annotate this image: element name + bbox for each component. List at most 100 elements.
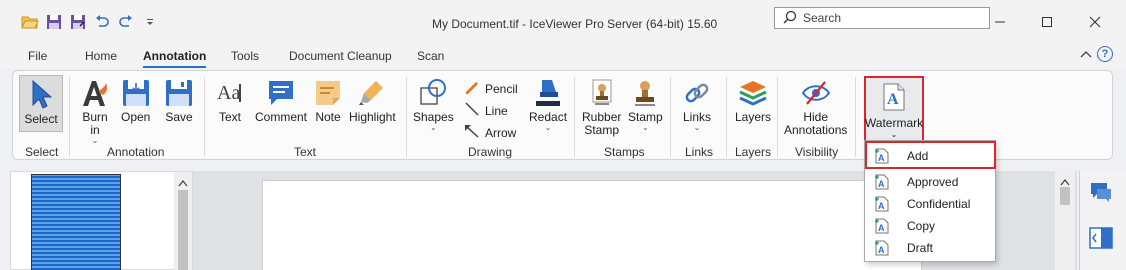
minimize-icon — [994, 16, 1006, 31]
tab-annotation[interactable]: Annotation — [143, 49, 207, 68]
thumbnail-scrollbar[interactable] — [174, 172, 192, 270]
arrow-icon — [464, 124, 480, 141]
pencil-label: Pencil — [485, 81, 518, 96]
comment-icon — [267, 75, 295, 111]
link-chain-icon — [683, 75, 711, 111]
chevron-down-icon: ⌄ — [641, 123, 649, 132]
tab-home[interactable]: Home — [85, 49, 117, 63]
save-annotations-icon — [165, 75, 193, 111]
redact-button[interactable]: Redact ⌄ — [529, 75, 567, 132]
shapes-icon — [418, 75, 448, 111]
text-label: Text — [218, 110, 241, 124]
svg-text:A: A — [878, 153, 885, 163]
watermark-item-icon: A — [875, 174, 889, 193]
help-icon[interactable]: ? — [1097, 46, 1113, 62]
open-annotations-button[interactable]: Open — [121, 75, 150, 124]
svg-text:Aa: Aa — [217, 82, 240, 104]
open-folder-icon[interactable] — [20, 12, 40, 32]
separator — [670, 77, 671, 157]
right-side-toolbar — [1079, 171, 1126, 270]
watermark-menu-item-approved[interactable]: A Approved — [866, 171, 994, 193]
layers-label: Layers — [735, 110, 772, 124]
separator — [726, 77, 727, 157]
stamp-button[interactable]: Stamp ⌄ — [628, 75, 663, 132]
tab-file[interactable]: File — [28, 49, 47, 63]
chevron-down-icon: ⌄ — [430, 123, 437, 132]
comment-button[interactable]: Comment — [255, 75, 307, 124]
quick-access-toolbar — [20, 12, 160, 32]
scrollbar-thumb[interactable] — [178, 190, 188, 270]
watermark-menu-item-label: Confidential — [907, 197, 971, 211]
line-button[interactable]: Line — [464, 102, 508, 119]
comments-panel-icon[interactable] — [1089, 181, 1113, 206]
chevron-down-icon: ⌄ — [890, 130, 898, 139]
search-icon — [783, 10, 797, 27]
text-button[interactable]: Aa Text — [217, 75, 243, 124]
separator — [69, 77, 70, 157]
chevron-down-icon: ⌄ — [693, 123, 701, 132]
group-label-links: Links — [685, 145, 714, 159]
hide-annotations-button[interactable]: Hide Annotations — [784, 75, 847, 137]
burn-in-button[interactable]: Burn in ⌄ — [81, 75, 109, 145]
close-button[interactable] — [1072, 10, 1118, 36]
select-button[interactable]: Select — [19, 75, 63, 132]
arrow-button[interactable]: Arrow — [464, 124, 516, 141]
group-label-layers: Layers — [735, 145, 772, 159]
save-icon[interactable] — [44, 12, 64, 32]
redo-icon[interactable] — [116, 12, 136, 32]
maximize-button[interactable] — [1024, 10, 1070, 36]
scrollbar-thumb[interactable] — [1060, 187, 1070, 205]
save-annotations-button[interactable]: Save — [165, 75, 193, 124]
separator — [406, 77, 407, 157]
svg-text:A: A — [878, 223, 885, 233]
search-input[interactable] — [803, 11, 973, 25]
search-box[interactable] — [774, 7, 990, 29]
save-label: Save — [165, 110, 193, 124]
watermark-menu-item-add[interactable]: A Add — [865, 141, 996, 169]
layers-button[interactable]: Layers — [735, 75, 771, 124]
highlight-button[interactable]: Highlight — [349, 75, 396, 124]
page-thumbnail[interactable] — [31, 174, 121, 270]
burn-in-icon — [81, 75, 109, 111]
open-annotations-icon — [122, 75, 150, 111]
watermark-menu-item-confidential[interactable]: A Confidential — [866, 193, 994, 215]
watermark-button[interactable]: A Watermark ⌄ — [864, 76, 924, 143]
save-as-icon[interactable] — [68, 12, 88, 32]
collapse-ribbon-icon[interactable] — [1080, 48, 1092, 62]
shapes-button[interactable]: Shapes ⌄ — [413, 75, 454, 132]
watermark-item-icon: A — [875, 218, 889, 237]
watermark-add-icon: A — [875, 148, 889, 167]
svg-text:A: A — [878, 201, 885, 211]
watermark-item-icon: A — [875, 196, 889, 215]
group-label-select: Select — [25, 145, 59, 159]
document-scrollbar[interactable] — [1055, 171, 1075, 270]
chevron-down-icon: ⌄ — [544, 123, 552, 132]
split-view-icon[interactable] — [1089, 227, 1113, 252]
links-button[interactable]: Links ⌄ — [683, 75, 711, 132]
tab-scan[interactable]: Scan — [417, 49, 444, 63]
pencil-button[interactable]: Pencil — [464, 80, 518, 97]
watermark-item-icon: A — [875, 240, 889, 259]
line-label: Line — [485, 103, 508, 118]
watermark-menu-item-label: Draft — [907, 241, 934, 255]
select-cursor-icon — [30, 76, 52, 112]
rubber-stamp-button[interactable]: Rubber Stamp — [582, 75, 621, 137]
note-button[interactable]: Note — [314, 75, 342, 124]
highlight-label: Highlight — [349, 110, 396, 124]
customize-toolbar-icon[interactable] — [140, 12, 160, 32]
watermark-label: Watermark — [864, 116, 924, 130]
watermark-icon: A — [882, 78, 906, 116]
group-label-drawing: Drawing — [468, 145, 513, 159]
tab-tools[interactable]: Tools — [231, 49, 259, 63]
group-label-text: Text — [294, 145, 317, 159]
undo-icon[interactable] — [92, 12, 112, 32]
tab-document-cleanup[interactable]: Document Cleanup — [289, 49, 392, 63]
document-page[interactable] — [262, 180, 922, 270]
watermark-menu-item-label: Copy — [907, 219, 936, 233]
hide-annotations-label-line2: Annotations — [784, 123, 848, 137]
svg-text:A: A — [878, 179, 885, 189]
watermark-menu-item-copy[interactable]: A Copy — [866, 215, 994, 237]
watermark-menu-item-draft[interactable]: A Draft — [866, 237, 994, 259]
minimize-button[interactable] — [977, 10, 1023, 36]
scroll-up-icon[interactable] — [178, 176, 188, 190]
